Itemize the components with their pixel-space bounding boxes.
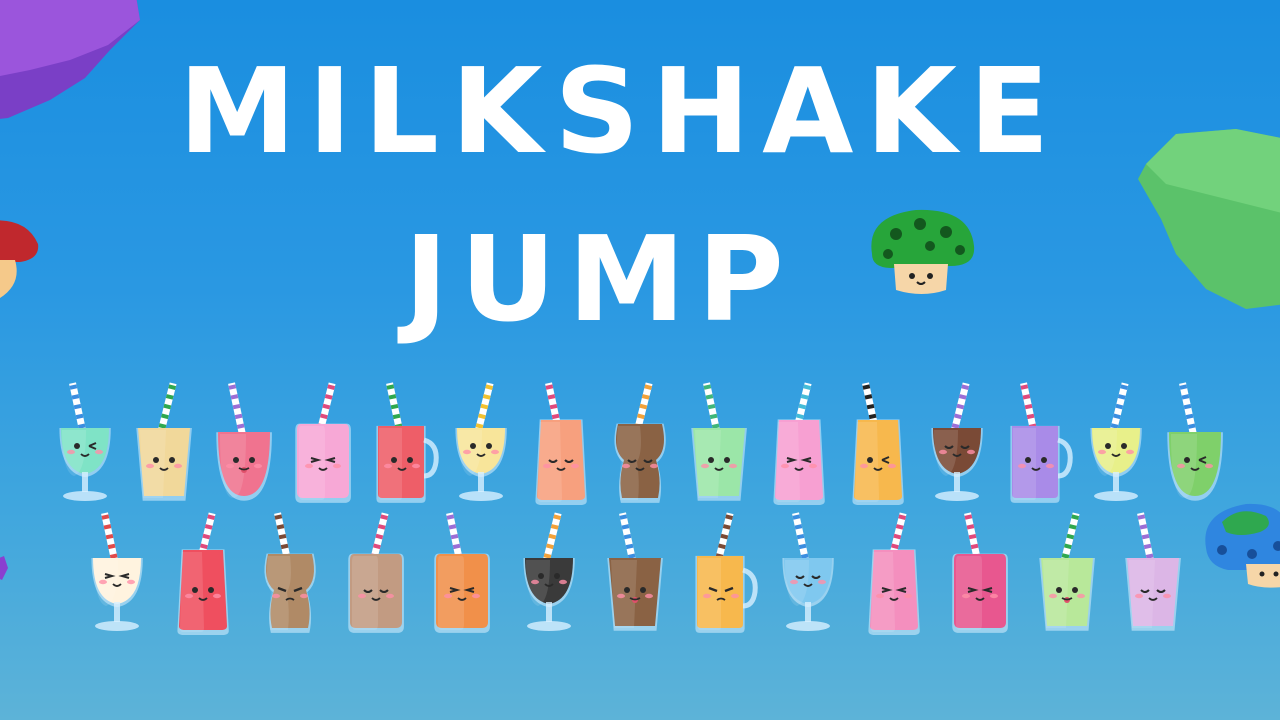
cookies-cream-icon [605,510,667,640]
taro-boba-icon [1125,512,1181,631]
cherry-soda-icon [173,510,235,640]
orange-shake-icon [432,510,494,640]
orange-mug-icon [691,510,758,640]
vanilla-goblet-icon [87,510,149,640]
dark-cocoa-icon [519,510,581,640]
cookies-cream-icon [607,512,663,631]
game-title-line-1: MILKSHAKE [178,42,1062,180]
raspberry-drink-icon [952,512,1008,633]
taro-boba-icon [1123,510,1185,640]
game-title-line-2: JUMP [404,210,796,348]
coffee-cup-icon [260,510,322,640]
coffee-cup-icon [264,512,316,633]
bubblegum-shake-icon [864,510,926,640]
lime-float-icon [1039,512,1095,631]
orange-shake-icon [434,512,490,633]
latte-jar-icon [348,512,404,633]
orange-mug-icon [695,512,758,633]
dark-cocoa-icon [523,512,575,631]
cherry-soda-icon [177,512,229,635]
vanilla-goblet-icon [91,512,143,631]
bubblegum-shake-icon [868,512,920,635]
blue-soda-icon [778,510,840,640]
latte-jar-icon [346,510,408,640]
blue-soda-icon [782,512,834,631]
milkshake-row-2 [0,480,1280,640]
raspberry-drink-icon [950,510,1012,640]
lime-float-icon [1037,510,1099,640]
